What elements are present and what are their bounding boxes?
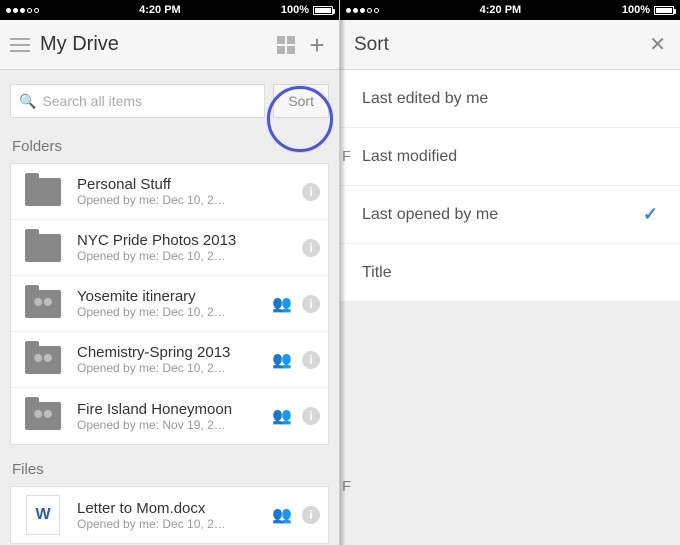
item-sub: Opened by me: Dec 10, 2… <box>77 361 262 375</box>
sort-option-label: Title <box>362 264 392 282</box>
shared-icon: 👥 <box>272 350 292 370</box>
item-name: Letter to Mom.docx <box>77 500 262 517</box>
folder-icon <box>19 284 67 324</box>
item-name: NYC Pride Photos 2013 <box>77 232 292 249</box>
folder-icon <box>19 396 67 436</box>
view-grid-icon[interactable] <box>277 36 295 54</box>
folder-row[interactable]: Personal StuffOpened by me: Dec 10, 2… i <box>11 164 328 220</box>
item-sub: Opened by me: Dec 10, 2… <box>77 249 292 263</box>
item-name: Fire Island Honeymoon <box>77 401 262 418</box>
item-sub: Opened by me: Dec 10, 2… <box>77 517 262 531</box>
status-time: 4:20 PM <box>139 4 181 16</box>
add-button[interactable]: + <box>305 32 329 58</box>
shared-icon: 👥 <box>272 505 292 525</box>
status-time: 4:20 PM <box>480 4 522 16</box>
sort-option[interactable]: Title <box>340 244 680 302</box>
info-icon[interactable]: i <box>302 239 320 257</box>
file-row[interactable]: W Letter to Mom.docxOpened by me: Dec 10,… <box>11 487 328 543</box>
battery-indicator: 100% <box>622 4 674 16</box>
sort-sheet-pane: F F 4:20 PM 100% Sort ✕ Last edited by m… <box>340 0 680 545</box>
drive-pane: 4:20 PM 100% My Drive + 🔍 Sort Folders P… <box>0 0 340 545</box>
peek-files: F <box>340 478 354 495</box>
item-sub: Opened by me: Nov 19, 2… <box>77 418 262 432</box>
info-icon[interactable]: i <box>302 183 320 201</box>
search-box[interactable]: 🔍 <box>10 84 265 118</box>
status-bar: 4:20 PM 100% <box>0 0 339 20</box>
info-icon[interactable]: i <box>302 351 320 369</box>
battery-indicator: 100% <box>281 4 333 16</box>
shared-icon: 👥 <box>272 406 292 426</box>
folder-icon <box>19 340 67 380</box>
sort-option-label: Last modified <box>362 148 457 166</box>
docx-icon: W <box>19 495 67 535</box>
app-header: My Drive + <box>0 20 339 70</box>
sort-header: Sort ✕ <box>340 20 680 70</box>
peek-folders: F <box>340 148 354 165</box>
search-icon: 🔍 <box>19 93 36 110</box>
item-sub: Opened by me: Dec 10, 2… <box>77 305 262 319</box>
info-icon[interactable]: i <box>302 295 320 313</box>
folder-row[interactable]: Fire Island HoneymoonOpened by me: Nov 1… <box>11 388 328 444</box>
sort-option-label: Last opened by me <box>362 206 498 224</box>
page-title: My Drive <box>40 33 267 56</box>
folder-row[interactable]: Chemistry-Spring 2013Opened by me: Dec 1… <box>11 332 328 388</box>
folder-icon <box>19 228 67 268</box>
item-name: Chemistry-Spring 2013 <box>77 344 262 361</box>
sort-title: Sort <box>354 34 649 56</box>
folder-row[interactable]: Yosemite itineraryOpened by me: Dec 10, … <box>11 276 328 332</box>
item-name: Yosemite itinerary <box>77 288 262 305</box>
item-name: Personal Stuff <box>77 176 292 193</box>
sort-option[interactable]: Last modified <box>340 128 680 186</box>
search-input[interactable] <box>42 93 256 109</box>
signal-dots-icon <box>346 8 379 13</box>
folder-row[interactable]: NYC Pride Photos 2013Opened by me: Dec 1… <box>11 220 328 276</box>
battery-icon <box>654 6 674 15</box>
file-list: W Letter to Mom.docxOpened by me: Dec 10,… <box>10 486 329 544</box>
sort-button[interactable]: Sort <box>273 84 329 118</box>
menu-icon[interactable] <box>10 38 30 52</box>
signal-dots-icon <box>6 8 39 13</box>
check-icon: ✓ <box>643 204 658 225</box>
section-files: Files <box>0 455 339 484</box>
sort-option[interactable]: Last edited by me <box>340 70 680 128</box>
close-icon[interactable]: ✕ <box>649 32 666 57</box>
folder-icon <box>19 172 67 212</box>
search-row: 🔍 Sort <box>0 70 339 132</box>
sort-options: Last edited by me Last modified Last opene… <box>340 70 680 302</box>
status-bar: 4:20 PM 100% <box>340 0 680 20</box>
info-icon[interactable]: i <box>302 407 320 425</box>
sort-option-label: Last edited by me <box>362 90 488 108</box>
battery-icon <box>313 6 333 15</box>
sort-option[interactable]: Last opened by me ✓ <box>340 186 680 244</box>
shared-icon: 👥 <box>272 294 292 314</box>
item-sub: Opened by me: Dec 10, 2… <box>77 193 292 207</box>
info-icon[interactable]: i <box>302 506 320 524</box>
section-folders: Folders <box>0 132 339 161</box>
folder-list: Personal StuffOpened by me: Dec 10, 2…iN… <box>10 163 329 445</box>
